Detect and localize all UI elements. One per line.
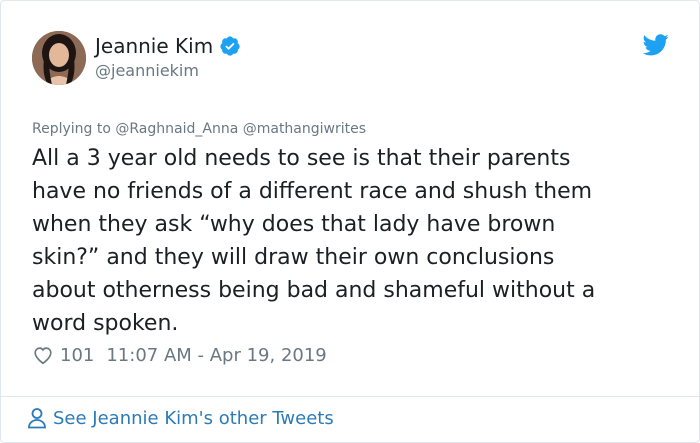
other-tweets-label[interactable]: See Jeannie Kim's other Tweets <box>53 408 334 429</box>
person-icon <box>28 408 46 429</box>
reply-prefix: Replying to <box>32 121 111 137</box>
author-name[interactable]: Jeannie Kim <box>95 34 213 58</box>
twitter-bird-icon[interactable] <box>643 34 669 56</box>
timestamp[interactable]: 11:07 AM - Apr 19, 2019 <box>106 345 326 366</box>
divider <box>1 396 699 397</box>
tweet-meta: 101 11:07 AM - Apr 19, 2019 <box>32 344 327 366</box>
tweet-header: Jeannie Kim @jeanniekim <box>32 31 672 87</box>
reply-context: Replying to @Raghnaid_Anna @mathangiwrit… <box>32 121 366 137</box>
tweet-card: Jeannie Kim @jeanniekim Replying to @Rag… <box>0 0 700 443</box>
avatar[interactable] <box>32 31 86 85</box>
like-count[interactable]: 101 <box>60 345 94 366</box>
tweet-text: All a 3 year old needs to see is that th… <box>32 146 596 336</box>
reply-mentions[interactable]: @Raghnaid_Anna @mathangiwrites <box>115 121 366 137</box>
author-name-row: Jeannie Kim <box>95 34 241 58</box>
other-tweets-link[interactable]: See Jeannie Kim's other Tweets <box>27 407 334 429</box>
heart-icon[interactable] <box>32 344 54 366</box>
verified-badge-icon <box>220 36 240 56</box>
author-handle[interactable]: @jeanniekim <box>95 61 199 80</box>
